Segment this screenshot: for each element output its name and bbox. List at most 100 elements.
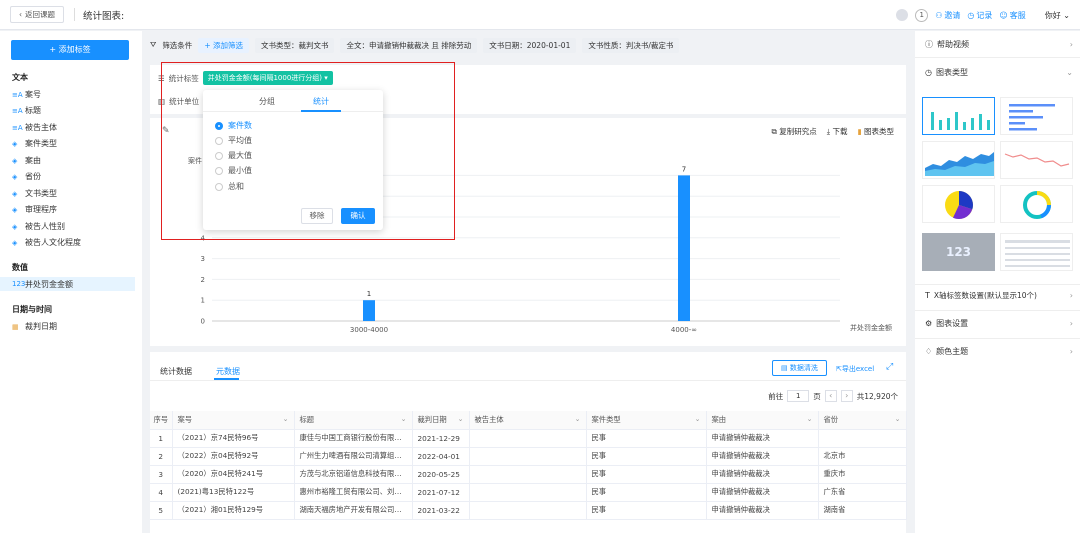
- page-input[interactable]: 1: [787, 390, 810, 402]
- chart-type-button[interactable]: ▮ 图表类型: [857, 126, 894, 137]
- record-link[interactable]: ◷ 记录: [967, 10, 992, 21]
- sidebar-item[interactable]: ◈ 文书类型: [12, 188, 57, 199]
- sidebar-item[interactable]: ◈ 被告人文化程度: [12, 237, 81, 248]
- person-icon: ⚇: [935, 10, 943, 20]
- table-cell: (2021)粤13民特122号: [172, 483, 295, 502]
- avatar[interactable]: [896, 9, 909, 21]
- table-row[interactable]: 5 （2021）湘01民特129号 湖南天福房地产开发有限公司、... 2021-03…: [150, 501, 907, 520]
- sidebar-item-label: 审理程序: [25, 205, 57, 214]
- bar-thumb-icon: [931, 112, 990, 130]
- table-row[interactable]: 1 （2021）京74民特96号 康佳与中国工商银行股份有限公... 2021-12-…: [150, 429, 907, 448]
- chart-type-number-thumb[interactable]: 123: [922, 233, 995, 271]
- chart-type-line-thumb[interactable]: [1000, 141, 1073, 179]
- chart-type-table-thumb[interactable]: [1000, 233, 1073, 271]
- x-axis-setting-row[interactable]: T X轴标签数设置(默认显示10个) ›: [925, 290, 1073, 301]
- column-header[interactable]: 案件类型 ⌄: [586, 411, 707, 430]
- chevron-left-icon: ‹: [19, 10, 22, 19]
- group-text: 文本: [12, 73, 28, 82]
- table-cell: 2021-07-12: [412, 483, 470, 502]
- pagination: 前往 1 页 ‹ › 共12,920个: [768, 390, 898, 402]
- chevron-down-icon: ⌄: [400, 414, 407, 423]
- table-row[interactable]: 4 (2021)粤13民特122号 惠州市裕隆工贸有限公司、刘春... 2021-07…: [150, 483, 907, 502]
- sidebar-item-active[interactable]: 123 并处罚金金额: [0, 277, 135, 291]
- invite-link[interactable]: ⚇ 邀请: [935, 10, 960, 21]
- sidebar-item[interactable]: ◈ 案由: [12, 155, 41, 166]
- user-name: 你好: [1044, 10, 1061, 20]
- column-header[interactable]: 被告主体 ⌄: [469, 411, 587, 430]
- sidebar-item[interactable]: ≡A 被告主体: [12, 122, 57, 133]
- column-header[interactable]: 案号 ⌄: [172, 411, 295, 430]
- pie-thumb-icon: [945, 191, 973, 220]
- column-header[interactable]: 裁判日期 ⌄: [412, 411, 470, 430]
- sidebar-item[interactable]: ≡A 标题: [12, 105, 41, 116]
- expand-icon[interactable]: ⤢: [886, 362, 893, 372]
- sidebar-item[interactable]: ◈ 审理程序: [12, 204, 57, 215]
- color-theme-row[interactable]: ♢ 颜色主题 ›: [925, 346, 1073, 357]
- table-cell: [469, 429, 587, 448]
- table-cell: 民事: [586, 501, 707, 520]
- table-cell: 3: [150, 465, 173, 484]
- table-thumb-icon: [1005, 240, 1070, 267]
- chart-type-area-thumb[interactable]: [922, 141, 995, 179]
- data-clean-button[interactable]: ▤ 数据清洗: [772, 360, 827, 376]
- export-excel-button[interactable]: ⇱导出excel: [836, 364, 874, 374]
- filter-chip[interactable]: 文书性质：判决书/裁定书: [582, 37, 680, 53]
- filter-chip[interactable]: 全文：申请撤销仲裁裁决 且 排除劳动: [340, 37, 478, 53]
- sidebar-item-label: 标题: [25, 106, 41, 115]
- notification-badge[interactable]: 1: [915, 8, 929, 22]
- data-panel: 统计数据 元数据 ▤ 数据清洗 ⇱导出excel ⤢ 前往 1 页 ‹ › 共1…: [150, 352, 907, 533]
- number-field-icon: 123: [12, 280, 26, 288]
- chart-type-pie-thumb[interactable]: [922, 185, 995, 223]
- chevron-right-icon: ›: [1069, 319, 1073, 328]
- column-header-label: 裁判日期: [417, 414, 447, 424]
- filter-chip[interactable]: 文书日期：2020-01-01: [483, 37, 577, 53]
- next-page-button[interactable]: ›: [840, 390, 853, 402]
- table-cell: 广州生力啤酒有限公司清算组与...: [294, 447, 413, 466]
- title-divider: [74, 8, 75, 21]
- table-cell: 北京市: [818, 447, 907, 466]
- chart-type-donut-thumb[interactable]: [1000, 185, 1073, 223]
- add-filter-button[interactable]: + 添加筛选: [198, 37, 249, 53]
- chart-type-hbar-thumb[interactable]: [1000, 97, 1073, 135]
- column-header[interactable]: 省份 ⌄: [818, 411, 907, 430]
- copy-icon: ⧉: [771, 127, 777, 136]
- prev-page-button[interactable]: ‹: [824, 390, 837, 402]
- tab-metadata[interactable]: 元数据: [216, 366, 240, 377]
- download-button[interactable]: ⤓ 下载: [827, 126, 848, 137]
- service-link[interactable]: ☺ 客服: [999, 10, 1025, 21]
- sidebar-item[interactable]: ◈ 案件类型: [12, 138, 57, 149]
- table-cell: [469, 465, 587, 484]
- column-header[interactable]: 案由 ⌄: [706, 411, 819, 430]
- sidebar-item-label: 被告人文化程度: [25, 238, 81, 247]
- chevron-down-icon: ⌄: [806, 414, 813, 423]
- sidebar-item[interactable]: ▦ 裁判日期: [12, 321, 57, 332]
- column-header-label: 省份: [823, 414, 839, 424]
- chevron-down-icon: ⌄: [457, 414, 464, 423]
- chart-type-bar-thumb[interactable]: [922, 97, 995, 135]
- chart-types-row[interactable]: ◷ 图表类型 ⌄: [925, 67, 1073, 78]
- column-header-label: 案件类型: [591, 414, 621, 424]
- add-tag-button[interactable]: + 添加标签: [11, 40, 129, 60]
- y-tick-label: 1: [201, 297, 205, 305]
- table-cell: 申请撤销仲裁裁决: [706, 501, 819, 520]
- sidebar-item-label: 裁判日期: [25, 322, 57, 331]
- table-row[interactable]: 3 （2020）京04民特241号 方茂与北京铝道信息科技有限公... 2020-05…: [150, 465, 907, 484]
- copy-research-button[interactable]: ⧉ 复制研究点: [772, 126, 817, 137]
- tab-stats-data[interactable]: 统计数据: [160, 366, 192, 377]
- table-row[interactable]: 2 （2022）京04民特92号 广州生力啤酒有限公司清算组与... 2022-04-…: [150, 447, 907, 466]
- help-video-row[interactable]: ⓘ 帮助视频 ›: [925, 39, 1073, 50]
- record-label: 记录: [976, 10, 993, 20]
- user-menu[interactable]: 你好 ⌄: [1045, 10, 1070, 21]
- sidebar-item[interactable]: ◈ 被告人性别: [12, 221, 65, 232]
- column-header[interactable]: 标题 ⌄: [294, 411, 413, 430]
- highlight-box: [161, 62, 455, 240]
- top-bar: ‹ 返回课题 统计图表: 1 ⚇ 邀请 ◷ 记录 ☺ 客服 你好 ⌄: [0, 0, 1080, 30]
- sidebar-item[interactable]: ≡A 案号: [12, 89, 41, 100]
- droplet-icon: ♢: [925, 347, 933, 356]
- filter-chip[interactable]: 文书类型：裁判文书: [254, 37, 335, 53]
- column-header-label: 标题: [299, 414, 315, 424]
- sidebar-item[interactable]: ◈ 省份: [12, 171, 41, 182]
- line-thumb-icon: [1004, 153, 1070, 167]
- back-button[interactable]: ‹ 返回课题: [10, 6, 64, 23]
- chart-setting-row[interactable]: ⚙ 图表设置 ›: [925, 318, 1073, 329]
